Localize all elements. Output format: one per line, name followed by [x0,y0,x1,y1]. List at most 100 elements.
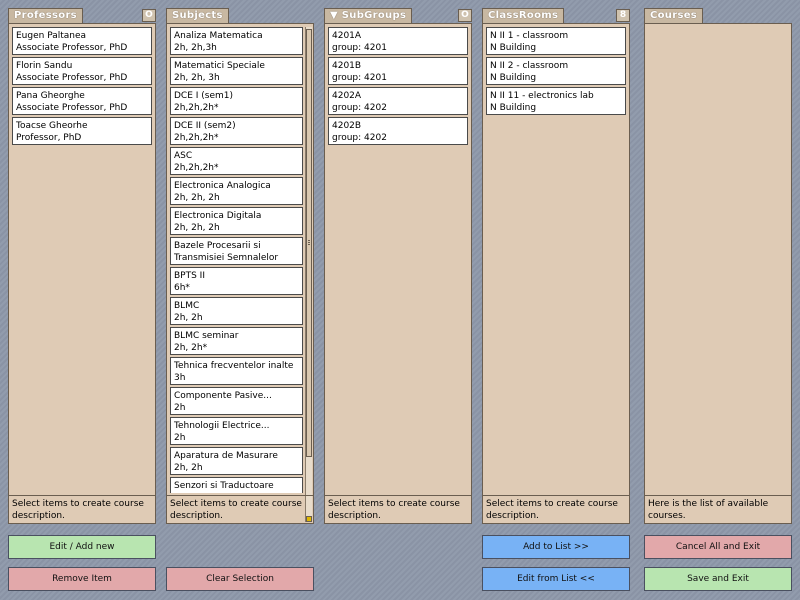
list-item-name: Eugen Paltanea [16,31,87,41]
list-item[interactable]: 4202A group: 4202 [328,87,468,115]
list-item-detail: 2h [174,403,186,413]
list-item-name: Pana Gheorghe [16,91,85,101]
list-item-name: 4202B [332,121,362,131]
list-item-name: Toacse Gheorhe [16,121,88,131]
list-item[interactable]: N II 2 - classroom N Building [486,57,626,85]
list-item[interactable]: Eugen Paltanea Associate Professor, PhD [12,27,152,55]
list-item-detail: group: 4202 [332,133,387,143]
list-item-detail: 2h, 2h [174,492,299,493]
subgroups-panel: ▼ SubGroups O 4201A group: 4201 4201B group… [324,8,472,524]
list-item[interactable]: Electronica Analogica 2h, 2h, 2h [170,177,303,205]
list-item-detail: 6h* [174,283,190,293]
list-item-detail: 2h, 2h* [174,343,208,353]
professors-panel: Professors O Eugen Paltanea Associate Pro… [8,8,156,524]
list-item[interactable]: BPTS II 6h* [170,267,303,295]
list-item[interactable]: Componente Pasive... 2h [170,387,303,415]
list-item[interactable]: Aparatura de Masurare 2h, 2h [170,447,303,475]
clear-selection-button[interactable]: Clear Selection [166,567,314,591]
subjects-scroll-thumb[interactable] [306,29,312,457]
list-item-name: Electronica Analogica [174,181,271,191]
list-item-name: BPTS II [174,271,205,281]
subjects-footer: Select items to create course descriptio… [167,495,313,523]
list-item[interactable]: N II 11 - electronics lab N Building [486,87,626,115]
list-item-name: N II 11 - electronics lab [490,91,594,101]
list-item[interactable]: BLMC seminar 2h, 2h* [170,327,303,355]
list-item-name: Bazele Procesarii si [174,241,261,251]
list-item-name: DCE II (sem2) [174,121,236,131]
list-item-name: 4202A [332,91,362,101]
cancel-exit-button[interactable]: Cancel All and Exit [644,535,792,559]
classrooms-body: N II 1 - classroom N Building N II 2 - cla… [482,23,630,524]
courses-tab[interactable]: Courses [644,8,704,23]
list-item-detail: Transmisiei Semnalelor [174,253,279,263]
list-item-detail: 2h [174,433,186,443]
list-item-detail: group: 4201 [332,73,387,83]
courses-list [648,27,788,493]
classrooms-footer: Select items to create course descriptio… [483,495,629,523]
edit-from-list-button[interactable]: Edit from List << [482,567,630,591]
courses-footer: Here is the list of available courses. [645,495,791,523]
subjects-scrollbar[interactable] [305,27,312,522]
list-item-detail: 2h,2h,2h* [174,103,219,113]
list-item[interactable]: 4201B group: 4201 [328,57,468,85]
list-item-detail: group: 4201 [332,43,387,53]
list-item-name: ASC [174,151,193,161]
list-item-detail: N Building [490,103,537,113]
list-item-name: 4201A [332,31,362,41]
list-item[interactable]: ASC 2h,2h,2h* [170,147,303,175]
list-item[interactable]: Tehnica frecventelor inalte 3h [170,357,303,385]
list-item[interactable]: Bazele Procesarii si Transmisiei Semnalel… [170,237,303,265]
classrooms-list: N II 1 - classroom N Building N II 2 - cla… [486,27,626,493]
list-item-name: Aparatura de Masurare [174,451,278,461]
list-item[interactable]: DCE II (sem2) 2h,2h,2h* [170,117,303,145]
list-item-name: N II 1 - classroom [490,31,569,41]
list-item[interactable]: Electronica Digitala 2h, 2h, 2h [170,207,303,235]
list-item-detail: N Building [490,73,537,83]
list-item[interactable]: Florin Sandu Associate Professor, PhD [12,57,152,85]
list-item[interactable]: 4202B group: 4202 [328,117,468,145]
list-item-detail: Associate Professor, PhD [16,73,128,83]
list-item-detail: Associate Professor, PhD [16,103,128,113]
list-item[interactable]: DCE I (sem1) 2h,2h,2h* [170,87,303,115]
subgroups-list: 4201A group: 4201 4201B group: 4201 4202A gro… [328,27,468,493]
professors-list: Eugen Paltanea Associate Professor, PhD Fl… [12,27,152,493]
list-item-name: Tehnologii Electrice... [174,421,270,431]
list-item-detail: 2h, 2h [174,463,203,473]
list-item-detail: 2h,2h,2h* [174,163,219,173]
save-exit-button[interactable]: Save and Exit [644,567,792,591]
list-item[interactable]: Toacse Gheorhe Professor, PhD [12,117,152,145]
list-item-detail: 2h, 2h,3h [174,43,217,53]
professors-footer: Select items to create course descriptio… [9,495,155,523]
subgroups-tab[interactable]: ▼ SubGroups [324,8,413,23]
list-item-detail: 2h, 2h, 2h [174,223,220,233]
list-item[interactable]: BLMC 2h, 2h [170,297,303,325]
subgroups-filter-button[interactable]: O [458,9,472,22]
list-item-name: Analiza Matematica [174,31,263,41]
list-item[interactable]: Tehnologii Electrice... 2h [170,417,303,445]
add-to-list-button[interactable]: Add to List >> [482,535,630,559]
list-item-name: DCE I (sem1) [174,91,234,101]
professors-body: Eugen Paltanea Associate Professor, PhD Fl… [8,23,156,524]
list-item-name: Florin Sandu [16,61,73,71]
classrooms-link-button[interactable]: 8 [616,9,630,22]
remove-item-button[interactable]: Remove Item [8,567,156,591]
subjects-tab[interactable]: Subjects [166,8,229,23]
subjects-body: Analiza Matematica 2h, 2h,3h Matematici Sp… [166,23,314,524]
list-item[interactable]: 4201A group: 4201 [328,27,468,55]
list-item-detail: Professor, PhD [16,133,82,143]
list-item-name: Componente Pasive... [174,391,272,401]
edit-add-button[interactable]: Edit / Add new [8,535,156,559]
list-item[interactable]: Analiza Matematica 2h, 2h,3h [170,27,303,55]
list-item-detail: 2h,2h,2h* [174,133,219,143]
list-item[interactable]: Matematici Speciale 2h, 2h, 3h [170,57,303,85]
professors-filter-button[interactable]: O [142,9,156,22]
classrooms-panel: ClassRooms 8 N II 1 - classroom N Buildin… [482,8,630,524]
subjects-panel: Subjects Analiza Matematica 2h, 2h,3h Mate… [166,8,314,524]
list-item[interactable]: N II 1 - classroom N Building [486,27,626,55]
list-item-detail: 3h [174,373,186,383]
classrooms-tab[interactable]: ClassRooms [482,8,565,23]
professors-tab[interactable]: Professors [8,8,83,23]
list-item[interactable]: Senzori si Traductoare2h, 2h [170,477,303,493]
courses-body: Here is the list of available courses. [644,23,792,524]
list-item[interactable]: Pana Gheorghe Associate Professor, PhD [12,87,152,115]
